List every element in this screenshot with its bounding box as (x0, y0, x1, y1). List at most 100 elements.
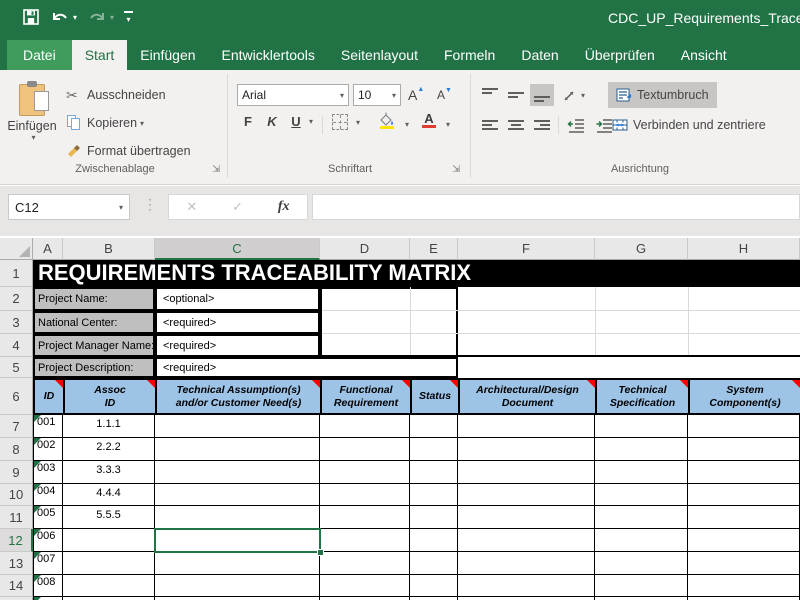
row-header-5[interactable]: 5 (0, 357, 33, 378)
font-size-combobox[interactable]: 10 ▾ (353, 84, 401, 106)
cell-E14[interactable] (410, 575, 458, 597)
cell-A13[interactable]: 007 (33, 552, 63, 575)
cell-E12[interactable] (410, 529, 458, 552)
save-icon[interactable] (22, 8, 40, 26)
decrease-font-button[interactable]: A ▼ (437, 84, 452, 106)
cell-D14[interactable] (320, 575, 410, 597)
ribbon-tab-daten[interactable]: Daten (508, 40, 571, 70)
cell-D8[interactable] (320, 438, 410, 461)
format-painter-button[interactable]: Format übertragen (66, 140, 191, 162)
cell-A7[interactable]: 001 (33, 415, 63, 438)
wrap-text-button[interactable]: Textumbruch (608, 82, 717, 108)
cell-H9[interactable] (688, 461, 800, 484)
table-header-B6[interactable]: Assoc ID (63, 378, 157, 415)
align-left-button[interactable] (478, 114, 502, 136)
table-header-H6[interactable]: System Component(s) (688, 378, 800, 415)
paste-button[interactable]: Einfügen ▾ (6, 84, 58, 162)
align-middle-button[interactable] (504, 84, 528, 106)
name-box-caret-icon[interactable]: ▾ (119, 203, 123, 212)
info-label-row4[interactable]: Project Manager Name: (33, 334, 155, 357)
cell-C9[interactable] (155, 461, 320, 484)
cell-B7[interactable]: 1.1.1 (63, 415, 155, 438)
align-center-button[interactable] (504, 114, 528, 136)
row-header-9[interactable]: 9 (0, 461, 33, 484)
sheet-title-banner[interactable]: REQUIREMENTS TRACEABILITY MATRIX (33, 260, 800, 287)
cell-G11[interactable] (595, 506, 688, 529)
table-header-F6[interactable]: Architectural/Design Document (458, 378, 597, 415)
font-dialog-launcher-icon[interactable]: ⇲ (452, 164, 464, 176)
borders-button[interactable]: ▾ (332, 114, 360, 130)
insert-function-icon[interactable]: fx (278, 199, 290, 215)
row-header-12[interactable]: 12 (0, 529, 33, 552)
column-header-C[interactable]: C (155, 238, 320, 260)
align-top-button[interactable] (478, 84, 502, 106)
ribbon-tab-ansicht[interactable]: Ansicht (668, 40, 740, 70)
cell-G8[interactable] (595, 438, 688, 461)
cell-F12[interactable] (458, 529, 595, 552)
ribbon-tab-seitenlayout[interactable]: Seitenlayout (328, 40, 431, 70)
row-header-8[interactable]: 8 (0, 438, 33, 461)
row-header-13[interactable]: 13 (0, 552, 33, 575)
decrease-indent-button[interactable] (564, 114, 588, 136)
row-header-11[interactable]: 11 (0, 506, 33, 529)
cell-B11[interactable]: 5.5.5 (63, 506, 155, 529)
undo-button[interactable]: ▾ (50, 9, 77, 25)
info-label-row3[interactable]: National Center: (33, 311, 155, 334)
align-right-button[interactable] (530, 114, 554, 136)
bold-button[interactable]: F (238, 114, 258, 129)
row-header-14[interactable]: 14 (0, 575, 33, 597)
cell-E7[interactable] (410, 415, 458, 438)
cell-E8[interactable] (410, 438, 458, 461)
fill-handle[interactable] (317, 549, 324, 556)
cell-C13[interactable] (155, 552, 320, 575)
cell-B9[interactable]: 3.3.3 (63, 461, 155, 484)
fill-color-caret-icon[interactable]: ▾ (405, 120, 409, 129)
underline-button[interactable]: U ▾ (286, 114, 313, 129)
info-value-row2[interactable]: <optional> (155, 287, 320, 311)
ribbon-tab-datei[interactable]: Datei (7, 40, 72, 70)
row-header-4[interactable]: 4 (0, 334, 33, 357)
column-header-F[interactable]: F (458, 238, 595, 260)
customize-qat-button[interactable]: ▾ (124, 11, 133, 24)
row-header-6[interactable]: 6 (0, 378, 33, 415)
selected-cell-outline[interactable] (154, 528, 321, 553)
table-header-C6[interactable]: Technical Assumption(s) and/or Customer … (155, 378, 322, 415)
cell-B12[interactable] (63, 529, 155, 552)
formula-input[interactable] (312, 194, 800, 220)
cell-B8[interactable]: 2.2.2 (63, 438, 155, 461)
copy-caret-icon[interactable]: ▾ (140, 119, 144, 128)
cell-D13[interactable] (320, 552, 410, 575)
cell-B13[interactable] (63, 552, 155, 575)
table-header-E6[interactable]: Status (410, 378, 460, 415)
cell-F8[interactable] (458, 438, 595, 461)
cell-F11[interactable] (458, 506, 595, 529)
table-header-A6[interactable]: ID (33, 378, 65, 415)
cell-C14[interactable] (155, 575, 320, 597)
cell-G9[interactable] (595, 461, 688, 484)
cell-H12[interactable] (688, 529, 800, 552)
info-value-row5[interactable]: <required> (155, 357, 458, 378)
clipboard-dialog-launcher-icon[interactable]: ⇲ (212, 164, 224, 176)
copy-button[interactable]: Kopieren ▾ (66, 112, 144, 134)
font-size-caret-icon[interactable]: ▾ (392, 91, 396, 100)
cell-H10[interactable] (688, 484, 800, 506)
cell-D9[interactable] (320, 461, 410, 484)
cell-E9[interactable] (410, 461, 458, 484)
cell-G7[interactable] (595, 415, 688, 438)
ribbon-tab-start[interactable]: Start (72, 40, 128, 70)
undo-caret-icon[interactable]: ▾ (73, 13, 77, 22)
cell-D10[interactable] (320, 484, 410, 506)
cell-D11[interactable] (320, 506, 410, 529)
font-name-caret-icon[interactable]: ▾ (340, 91, 344, 100)
increase-font-button[interactable]: A ▲ (408, 84, 424, 106)
paste-caret-icon[interactable]: ▾ (31, 133, 35, 142)
cell-A8[interactable]: 002 (33, 438, 63, 461)
info-label-row2[interactable]: Project Name: (33, 287, 155, 311)
select-all-corner[interactable] (0, 238, 33, 260)
column-header-A[interactable]: A (33, 238, 63, 260)
underline-caret-icon[interactable]: ▾ (309, 117, 313, 126)
cell-G14[interactable] (595, 575, 688, 597)
cell-H13[interactable] (688, 552, 800, 575)
column-header-H[interactable]: H (688, 238, 800, 260)
column-header-G[interactable]: G (595, 238, 688, 260)
